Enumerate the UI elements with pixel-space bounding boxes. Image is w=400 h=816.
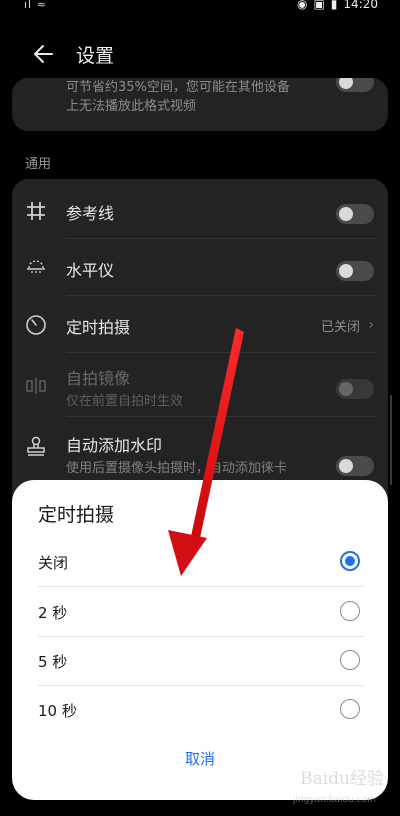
level-toggle[interactable] bbox=[336, 261, 374, 281]
radio-selected-icon[interactable] bbox=[340, 551, 360, 571]
setting-row-timer[interactable]: 定时拍摄 已关闭 › bbox=[12, 296, 388, 353]
setting-label: 自动添加水印 bbox=[66, 436, 163, 455]
scrollbar[interactable] bbox=[390, 395, 392, 485]
camera-icon: ▣ bbox=[313, 0, 325, 11]
dialog-option-off[interactable]: 关闭 bbox=[12, 537, 388, 587]
signal-wifi-indicator: ıl ≈ bbox=[24, 0, 47, 11]
setting-row-level[interactable]: 水平仪 bbox=[12, 239, 388, 296]
eye-comfort-icon: ◉ bbox=[296, 0, 308, 11]
general-settings-card: 参考线 水平仪 定时拍摄 已关闭 › 自拍镜像 仅在前置自拍时生效 自动添加水印… bbox=[12, 179, 388, 499]
setting-row-mirror: 自拍镜像 仅在前置自拍时生效 bbox=[12, 357, 388, 417]
dialog-option-2s[interactable]: 2 秒 bbox=[12, 587, 388, 637]
watermark-toggle[interactable] bbox=[336, 456, 374, 476]
status-bar: ıl ≈ ◉ ▣ ▮ 14:20 bbox=[0, 0, 400, 14]
back-arrow-icon[interactable] bbox=[30, 40, 58, 68]
setting-label: 定时拍摄 bbox=[66, 318, 131, 337]
dialog-option-10s[interactable]: 10 秒 bbox=[12, 685, 388, 735]
radio-icon[interactable] bbox=[340, 601, 360, 621]
setting-row-gridlines[interactable]: 参考线 bbox=[12, 182, 388, 239]
gridlines-toggle[interactable] bbox=[336, 204, 374, 224]
option-label: 关闭 bbox=[38, 554, 69, 572]
dialog-option-5s[interactable]: 5 秒 bbox=[12, 636, 388, 686]
grid-icon bbox=[27, 202, 45, 220]
mirror-icon bbox=[26, 378, 46, 394]
mirror-toggle bbox=[336, 379, 374, 399]
setting-label: 水平仪 bbox=[66, 261, 115, 280]
baidu-jingyan-watermark: Baidu经验 bbox=[300, 769, 384, 789]
watermark-url: jingyan.baidu.com bbox=[292, 795, 376, 805]
setting-sublabel: 使用后置摄像头拍摄时，自动添加徕卡 bbox=[66, 461, 288, 476]
video-format-toggle[interactable] bbox=[336, 78, 374, 92]
status-time: 14:20 bbox=[343, 0, 378, 11]
app-bar: 设置 bbox=[0, 36, 400, 72]
timer-dialog: 定时拍摄 关闭 2 秒 5 秒 10 秒 取消 bbox=[12, 480, 388, 800]
page-title: 设置 bbox=[76, 45, 115, 67]
video-format-description: 可节省约35%空间，您可能在其他设备 上无法播放此格式视频 bbox=[66, 80, 290, 114]
battery-icon: ▮ bbox=[330, 0, 338, 11]
dialog-title: 定时拍摄 bbox=[38, 504, 115, 526]
timer-value: 已关闭 bbox=[320, 320, 360, 335]
chevron-right-icon: › bbox=[368, 317, 374, 333]
stamp-icon bbox=[27, 436, 45, 456]
setting-label: 自拍镜像 bbox=[66, 369, 131, 388]
setting-sublabel: 仅在前置自拍时生效 bbox=[66, 394, 184, 409]
option-label: 2 秒 bbox=[38, 604, 68, 622]
radio-icon[interactable] bbox=[340, 699, 360, 719]
setting-label: 参考线 bbox=[66, 204, 115, 223]
timer-icon bbox=[26, 315, 46, 335]
option-label: 10 秒 bbox=[38, 702, 77, 720]
radio-icon[interactable] bbox=[340, 650, 360, 670]
section-label-general: 通用 bbox=[25, 157, 52, 172]
video-format-card: 可节省约35%空间，您可能在其他设备 上无法播放此格式视频 bbox=[12, 78, 388, 131]
option-label: 5 秒 bbox=[38, 653, 68, 671]
level-icon bbox=[27, 260, 45, 273]
